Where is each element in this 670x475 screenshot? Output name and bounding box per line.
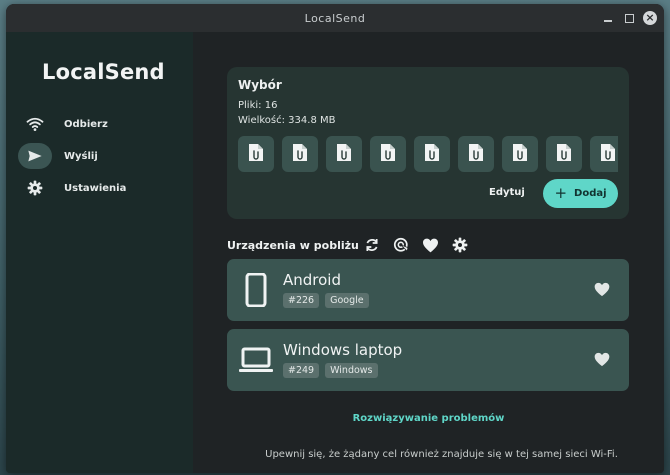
refresh-icon[interactable] <box>364 236 380 254</box>
device-id-tag: #226 <box>283 293 320 308</box>
window-title: LocalSend <box>304 11 366 25</box>
troubleshoot-link[interactable]: Rozwiązywanie problemów <box>193 413 664 424</box>
scan-target-icon[interactable] <box>393 236 410 254</box>
laptop-icon <box>239 343 273 377</box>
sidebar: LocalSend Odbierz Wyślij Ustawienia <box>6 32 193 473</box>
wifi-icon <box>18 111 52 137</box>
app-window: LocalSend × LocalSend Odbierz Wyślij Ust… <box>6 4 664 473</box>
file-attachment-icon <box>336 143 352 166</box>
gear-icon <box>18 175 52 201</box>
file-attachment-icon <box>556 143 572 166</box>
file-thumbnail[interactable] <box>282 136 318 172</box>
send-icon <box>18 143 52 169</box>
minimize-icon <box>604 20 612 22</box>
add-button[interactable]: + Dodaj <box>543 179 618 208</box>
file-attachment-icon <box>292 143 308 166</box>
favorite-heart-icon[interactable] <box>594 352 610 368</box>
maximize-icon <box>625 13 634 23</box>
file-thumbnail[interactable] <box>590 136 618 172</box>
file-thumbnail[interactable] <box>458 136 494 172</box>
close-button[interactable]: × <box>643 4 657 32</box>
sidebar-item-send[interactable]: Wyślij <box>14 143 184 169</box>
sidebar-item-label: Wyślij <box>64 150 98 162</box>
file-thumbnail[interactable] <box>546 136 582 172</box>
edit-button[interactable]: Edytuj <box>489 187 525 198</box>
sidebar-item-settings[interactable]: Ustawienia <box>14 175 184 201</box>
file-thumbnail[interactable] <box>502 136 538 172</box>
file-thumbnail[interactable] <box>414 136 450 172</box>
smartphone-icon <box>239 272 273 308</box>
device-card-windows-laptop[interactable]: Windows laptop #249 Windows <box>227 329 629 391</box>
file-thumbnail[interactable] <box>370 136 406 172</box>
favorite-heart-icon[interactable] <box>594 282 610 298</box>
close-icon: × <box>643 11 657 25</box>
network-hint: Upewnij się, że żądany cel również znajd… <box>265 449 618 460</box>
file-thumbnails[interactable] <box>238 136 618 172</box>
sidebar-item-label: Odbierz <box>64 118 108 130</box>
device-id-tag: #249 <box>283 363 320 378</box>
maximize-button[interactable] <box>625 4 634 32</box>
device-os-tag: Windows <box>325 363 378 378</box>
plus-icon: + <box>554 184 568 202</box>
device-card-android[interactable]: Android #226 Google <box>227 259 629 321</box>
device-name: Windows laptop <box>283 341 403 359</box>
nearby-devices-title: Urządzenia w pobliżu <box>227 239 359 252</box>
add-button-label: Dodaj <box>574 188 607 199</box>
minimize-button[interactable] <box>604 4 612 32</box>
file-attachment-icon <box>380 143 396 166</box>
selection-title: Wybór <box>238 78 282 92</box>
window-titlebar[interactable]: LocalSend <box>6 4 664 32</box>
sidebar-item-label: Ustawienia <box>64 182 127 194</box>
file-attachment-icon <box>512 143 528 166</box>
app-title: LocalSend <box>42 60 165 84</box>
files-count: Pliki: 16 <box>238 100 278 111</box>
device-tags: #249 Windows <box>283 363 384 378</box>
main-content: Wybór Pliki: 16 Wielkość: 334.8 MB Edytu… <box>193 32 664 473</box>
device-name: Android <box>283 271 341 289</box>
files-size: Wielkość: 334.8 MB <box>238 115 336 126</box>
device-tags: #226 Google <box>283 293 375 308</box>
sidebar-item-receive[interactable]: Odbierz <box>14 111 184 137</box>
file-thumbnail[interactable] <box>326 136 362 172</box>
file-attachment-icon <box>600 143 616 166</box>
file-attachment-icon <box>468 143 484 166</box>
settings-gear-icon[interactable] <box>452 236 468 254</box>
favorites-heart-icon[interactable] <box>422 236 439 254</box>
selection-card: Wybór Pliki: 16 Wielkość: 334.8 MB Edytu… <box>227 67 629 219</box>
file-attachment-icon <box>424 143 440 166</box>
file-thumbnail[interactable] <box>238 136 274 172</box>
device-brand-tag: Google <box>325 293 369 308</box>
file-attachment-icon <box>248 143 264 166</box>
